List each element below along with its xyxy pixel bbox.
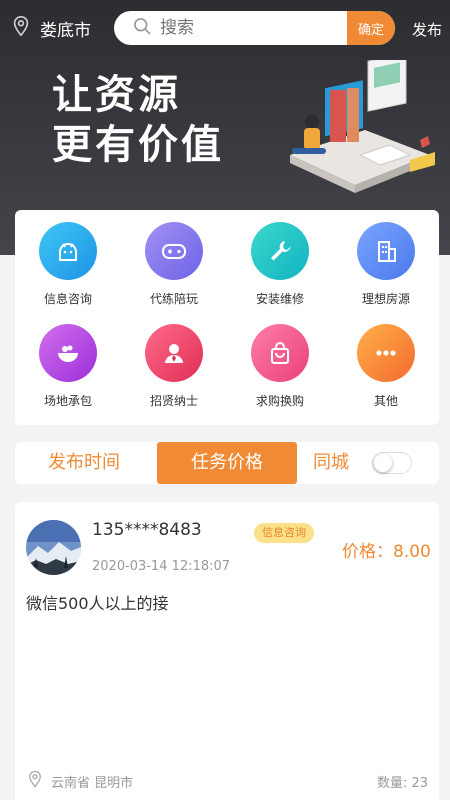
category-item-info[interactable]: 信息咨询 [15,222,121,307]
top-bar: 娄底市 确定 发布 [0,0,450,56]
search-input[interactable] [160,18,330,38]
task-description: 微信500人以上的接 [26,594,169,613]
tab-publish-time[interactable]: 发布时间 [48,442,120,484]
banner-illustration [270,52,440,200]
task-card[interactable]: 135****8483 信息咨询 价格：8.00 2020-03-14 12:1… [15,502,439,800]
category-label: 信息咨询 [43,292,92,306]
category-label: 代练陪玩 [149,292,198,306]
android-icon [39,222,97,280]
more-icon [357,324,415,382]
category-label: 场地承包 [43,394,92,408]
search-icon [114,16,152,40]
person-icon [145,324,203,382]
location-pin-icon [10,15,32,41]
bowl-icon [39,324,97,382]
category-item-other[interactable]: 其他 [333,324,439,409]
sort-tabs: 发布时间 任务价格 同城 [15,442,439,484]
city-selector[interactable]: 娄底市 [10,15,91,41]
city-label: 娄底市 [40,20,91,41]
tab-task-price[interactable]: 任务价格 [157,442,297,484]
category-label: 求购换购 [255,394,304,408]
search-bar: 确定 [114,11,395,45]
tab-same-city[interactable]: 同城 [313,442,349,484]
location-text: 云南省 昆明市 [51,775,134,791]
task-count: 数量: 23 [376,776,428,791]
publish-time: 2020-03-14 12:18:07 [92,559,231,574]
building-icon [357,222,415,280]
category-label: 理想房源 [361,292,410,306]
shopping-bag-icon [251,324,309,382]
banner-slogan-line1: 让资源 [52,72,181,118]
publisher-phone: 135****8483 [92,520,202,540]
wrench-icon [251,222,309,280]
same-city-toggle[interactable] [372,452,412,474]
category-item-repair[interactable]: 安装维修 [227,222,333,307]
banner-slogan-line2: 更有价值 [52,122,224,168]
category-grid: 信息咨询 代练陪玩 安装维修 理想房源 场地承包 招贤纳士 求购换购 其他 [15,210,439,425]
toggle-knob [374,454,392,472]
category-label: 其他 [373,394,398,408]
search-confirm-button[interactable]: 确定 [347,11,395,45]
category-item-gaming[interactable]: 代练陪玩 [121,222,227,307]
banner-slogan: 让资源 更有价值 [52,70,224,170]
category-badge: 信息咨询 [254,523,314,543]
avatar [26,520,81,575]
location-pin-icon [26,770,44,792]
gamepad-icon [145,222,203,280]
category-label: 招贤纳士 [149,394,198,408]
publish-button[interactable]: 发布 [412,19,442,40]
task-location: 云南省 昆明市 [26,770,133,792]
category-item-venue[interactable]: 场地承包 [15,324,121,409]
category-label: 安装维修 [255,292,304,306]
category-item-recruit[interactable]: 招贤纳士 [121,324,227,409]
category-item-housing[interactable]: 理想房源 [333,222,439,307]
category-item-purchase[interactable]: 求购换购 [227,324,333,409]
task-price: 价格：8.00 [342,542,431,562]
